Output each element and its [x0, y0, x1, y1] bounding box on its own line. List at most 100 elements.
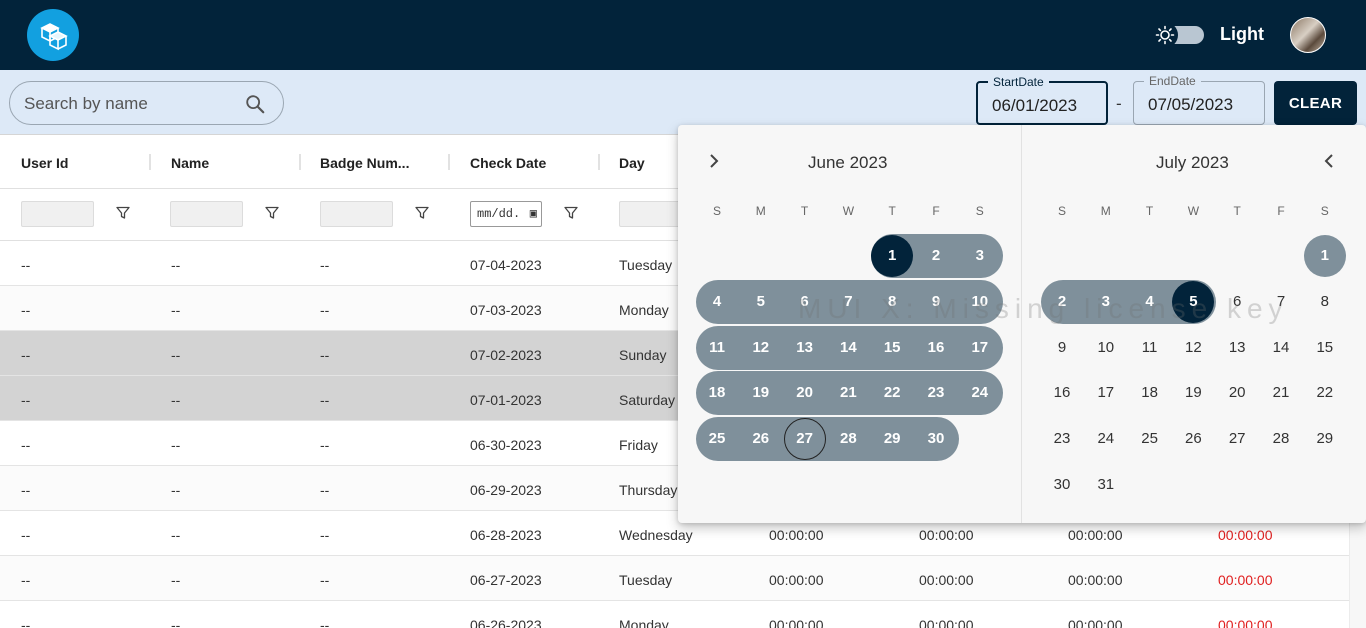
column-separator[interactable] — [448, 154, 450, 170]
avatar[interactable] — [1290, 17, 1326, 53]
calendar-day[interactable]: 5 — [740, 281, 782, 323]
badge-filter-input[interactable] — [320, 201, 393, 227]
calendar-day[interactable]: 20 — [784, 372, 826, 414]
filter-icon[interactable] — [116, 206, 130, 220]
calendar-day[interactable]: 7 — [1260, 281, 1302, 323]
calendar-day[interactable]: 17 — [1085, 372, 1127, 414]
calendar-day[interactable]: 31 — [1085, 464, 1127, 506]
calendar-day[interactable]: 6 — [784, 281, 826, 323]
column-separator[interactable] — [149, 154, 151, 170]
calendar-day[interactable]: 9 — [1041, 327, 1083, 369]
calendar-day[interactable]: 26 — [740, 418, 782, 460]
calendar-day[interactable]: 12 — [1172, 327, 1214, 369]
calendar-day[interactable]: 24 — [959, 372, 1001, 414]
calendar-day[interactable]: 5 — [1172, 280, 1215, 323]
calendar-day[interactable]: 28 — [1260, 418, 1302, 460]
calendar-day[interactable]: 16 — [915, 327, 957, 369]
calendar-day[interactable]: 27 — [783, 418, 826, 461]
filter-icon[interactable] — [564, 206, 578, 220]
time-cell-alert: 00:00:00 — [1218, 572, 1273, 588]
calendar-day[interactable]: 17 — [959, 327, 1001, 369]
calendar-day[interactable]: 30 — [915, 418, 957, 460]
calendar-day[interactable]: 26 — [1172, 418, 1214, 460]
column-header-check-date[interactable]: Check Date — [470, 155, 546, 171]
calendar-day[interactable]: 12 — [740, 327, 782, 369]
calendar-day[interactable]: 23 — [1041, 418, 1083, 460]
calendar-day[interactable]: 23 — [915, 372, 957, 414]
calendar-day[interactable]: 11 — [696, 327, 738, 369]
filter-icon[interactable] — [415, 206, 429, 220]
calendar-day[interactable]: 24 — [1085, 418, 1127, 460]
calendar-day[interactable]: 4 — [696, 281, 738, 323]
user-id-cell: -- — [21, 257, 31, 273]
end-date-field[interactable]: EndDate 07/05/2023 — [1133, 74, 1265, 125]
calendar-day[interactable]: 10 — [1085, 327, 1127, 369]
calendar-day[interactable]: 21 — [827, 372, 869, 414]
calendar-day[interactable]: 7 — [827, 281, 869, 323]
filter-icon[interactable] — [265, 206, 279, 220]
column-header-name[interactable]: Name — [171, 155, 209, 171]
chevron-right-icon[interactable] — [706, 153, 722, 169]
column-separator[interactable] — [299, 154, 301, 170]
clear-button[interactable]: CLEAR — [1274, 81, 1357, 125]
calendar-day[interactable]: 13 — [1216, 327, 1258, 369]
start-date-value[interactable]: 06/01/2023 — [992, 96, 1077, 116]
calendar-day[interactable]: 14 — [1260, 327, 1302, 369]
calendar-day[interactable]: 30 — [1041, 464, 1083, 506]
calendar-day[interactable]: 25 — [1129, 418, 1171, 460]
calendar-day[interactable]: 1 — [871, 235, 914, 277]
calendar-day[interactable]: 29 — [871, 418, 913, 460]
calendar-day[interactable]: 19 — [1172, 372, 1214, 414]
start-date-field[interactable]: StartDate 06/01/2023 — [976, 75, 1108, 125]
calendar-day[interactable]: 4 — [1129, 281, 1171, 323]
check-date-filter-input[interactable]: mm/dd. ▣ — [470, 201, 542, 227]
date-range-picker: June 2023 July 2023 S M T W T F S 1 2 3 4 5 6 7 8 9 10 11… — [678, 125, 1366, 523]
calendar-day[interactable]: 18 — [1129, 372, 1171, 414]
calendar-day[interactable]: 15 — [1304, 327, 1346, 369]
table-row[interactable]: -- -- -- 06-26-2023 Monday 00:00:00 00:0… — [0, 601, 1366, 628]
search-input[interactable] — [24, 92, 234, 116]
column-header-user-id[interactable]: User Id — [21, 155, 68, 171]
calendar-day[interactable]: 9 — [915, 281, 957, 323]
calendar-day[interactable]: 22 — [871, 372, 913, 414]
calendar-day[interactable]: 29 — [1304, 418, 1346, 460]
calendar-day[interactable]: 13 — [784, 327, 826, 369]
calendar-day[interactable]: 27 — [1216, 418, 1258, 460]
end-date-value[interactable]: 07/05/2023 — [1148, 95, 1233, 115]
calendar-day[interactable]: 21 — [1260, 372, 1302, 414]
column-separator[interactable] — [598, 154, 600, 170]
column-header-badge-number[interactable]: Badge Num... — [320, 155, 409, 171]
calendar-day[interactable]: 20 — [1216, 372, 1258, 414]
weekday-label: M — [755, 204, 766, 218]
table-row[interactable]: -- -- -- 06-27-2023 Tuesday 00:00:00 00:… — [0, 556, 1366, 601]
user-id-cell: -- — [21, 392, 31, 408]
calendar-day[interactable]: 11 — [1129, 327, 1171, 369]
calendar-day[interactable]: 3 — [1085, 281, 1127, 323]
calendar-day[interactable]: 28 — [827, 418, 869, 460]
calendar-day[interactable]: 14 — [827, 327, 869, 369]
calendar-day[interactable]: 1 — [1303, 235, 1346, 277]
calendar-day[interactable]: 19 — [740, 372, 782, 414]
user-id-cell: -- — [21, 572, 31, 588]
search-icon[interactable] — [244, 93, 266, 115]
calendar-day[interactable]: 8 — [1304, 281, 1346, 323]
calendar-day[interactable]: 15 — [871, 327, 913, 369]
calendar-day[interactable]: 18 — [696, 372, 738, 414]
theme-toggle[interactable] — [1152, 22, 1206, 48]
name-filter-input[interactable] — [170, 201, 243, 227]
chevron-left-icon[interactable] — [1321, 153, 1337, 169]
calendar-day[interactable]: 25 — [696, 418, 738, 460]
calendar-day[interactable]: 16 — [1041, 372, 1083, 414]
cubes-logo-icon[interactable] — [27, 9, 79, 61]
calendar-icon[interactable]: ▣ — [530, 202, 537, 226]
calendar-day[interactable]: 22 — [1304, 372, 1346, 414]
column-header-day[interactable]: Day — [619, 155, 645, 171]
calendar-day[interactable]: 2 — [915, 235, 957, 277]
calendar-day[interactable]: 2 — [1041, 281, 1083, 323]
calendar-day[interactable]: 10 — [959, 281, 1001, 323]
calendar-day[interactable]: 3 — [959, 235, 1001, 277]
calendar-day[interactable]: 6 — [1216, 281, 1258, 323]
calendar-day[interactable]: 8 — [871, 281, 913, 323]
app-bar: Light — [0, 0, 1366, 70]
user-id-filter-input[interactable] — [21, 201, 94, 227]
